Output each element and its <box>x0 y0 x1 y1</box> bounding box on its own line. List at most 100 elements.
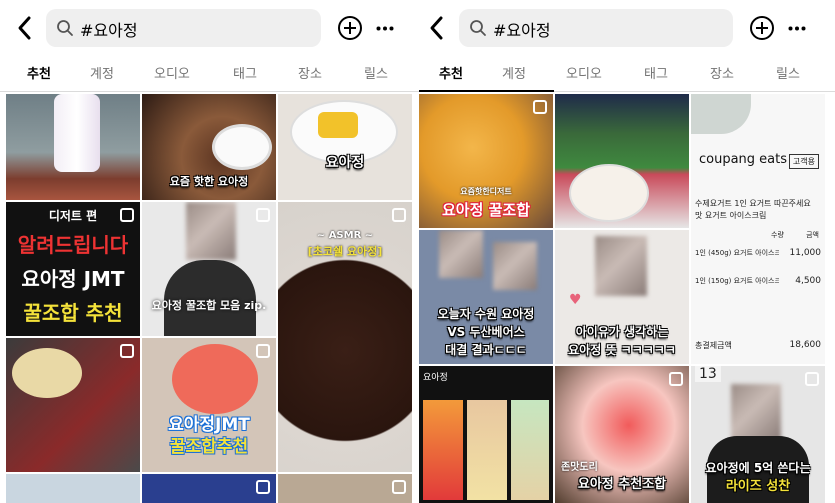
post-tile[interactable]: coupang eats 고객용 수제요거트 1인 요거트 따끈주세요 맛 요거… <box>691 94 825 364</box>
multi-post-icon <box>256 344 270 358</box>
grapefruit-topping <box>172 344 258 414</box>
tile-caption: 요아정 꿀조합 모음 zip. <box>151 299 267 312</box>
search-query: #요아정 <box>493 21 551 40</box>
tile-headline: 알려드립니다 <box>17 233 129 257</box>
blurred-face <box>439 230 483 278</box>
post-tile[interactable] <box>278 474 412 503</box>
multi-post-icon <box>805 372 819 386</box>
multi-post-icon <box>392 208 406 222</box>
receipt-line: 수제요거트 1인 요거트 따끈주세요 <box>695 199 811 208</box>
more-options-icon[interactable] <box>788 26 806 31</box>
tile-headline: 요아정 추천조합 <box>577 477 667 492</box>
post-tile[interactable] <box>142 474 276 503</box>
receipt-item: 1인 (450g) 요거트 아이스크림 <box>695 249 779 257</box>
receipt-column: 금액 <box>806 231 819 239</box>
tab-audio[interactable]: 오디오 <box>154 63 190 82</box>
search-icon <box>470 20 486 36</box>
post-tile[interactable] <box>555 94 689 228</box>
embedded-search-text: 요아정 <box>423 373 448 383</box>
search-input[interactable]: #요아정 <box>459 9 733 47</box>
post-tile[interactable]: 요아정 꿀조합 모음 zip. <box>142 202 276 336</box>
receipt-price: 4,500 <box>795 276 821 286</box>
receipt-total: 18,600 <box>789 340 822 350</box>
post-tile[interactable]: 존맛도리 요아정 추천조합 <box>555 366 689 503</box>
tab-places[interactable]: 장소 <box>710 63 734 82</box>
add-circle-icon[interactable] <box>749 15 775 41</box>
tile-headline: 요아정 JMT <box>21 267 125 291</box>
post-tile[interactable]: ♥ 아이유가 생각하는 요아정 뜻 ㅋㅋㅋㅋㅋ <box>555 230 689 364</box>
receipt-price: 11,000 <box>789 248 822 258</box>
tab-audio[interactable]: 오디오 <box>566 63 602 82</box>
bowl-image <box>212 124 272 170</box>
tab-tags[interactable]: 태그 <box>644 63 668 82</box>
heart-icon: ♥ <box>569 292 582 308</box>
tab-reels[interactable]: 릴스 <box>776 63 800 82</box>
multi-post-icon <box>256 208 270 222</box>
back-arrow-icon[interactable] <box>426 14 448 42</box>
tab-places[interactable]: 장소 <box>298 63 322 82</box>
add-circle-icon[interactable] <box>337 15 363 41</box>
tile-caption: 디저트 편 <box>48 209 98 223</box>
tile-headline: 요아정 꿀조합 <box>441 201 531 219</box>
tile-caption: 요즘 핫한 요아정 <box>169 175 249 188</box>
person-figure <box>54 94 100 172</box>
back-arrow-icon[interactable] <box>14 14 36 42</box>
tab-tags[interactable]: 태그 <box>233 63 257 82</box>
tile-headline: 요아정JMT <box>168 415 250 435</box>
receipt-item: 1인 (150g) 요거트 아이스크림 <box>695 277 779 285</box>
blurred-face <box>595 236 647 296</box>
blurred-face <box>731 384 781 440</box>
tab-reels[interactable]: 릴스 <box>364 63 388 82</box>
tile-headline: VS 두산베어스 <box>447 325 525 339</box>
post-grid: 요아정 요즘 핫한 요아정 디저트 편 알려드립니다 요아정 JMT 꿀조합 추… <box>0 94 414 503</box>
tile-headline: 라이즈 성찬 <box>725 479 791 494</box>
receipt-line: 맛 요거트 아이스크림 <box>695 211 767 220</box>
tile-caption: 존맛도리 <box>561 462 598 473</box>
receipt-total-label: 총결제금액 <box>695 341 732 350</box>
search-icon <box>57 20 73 36</box>
mango-topping <box>318 112 358 138</box>
tab-recommended[interactable]: 추천 <box>439 63 463 82</box>
thumbnail-image <box>423 400 463 500</box>
post-tile[interactable]: 요아정 <box>278 94 412 200</box>
more-options-icon[interactable] <box>376 26 394 31</box>
post-tile[interactable]: 요아정 <box>419 366 553 503</box>
top-bar: #요아정 <box>414 0 835 56</box>
bowl-image <box>12 348 82 398</box>
order-number: 13 <box>695 366 721 382</box>
post-tile[interactable] <box>6 474 140 503</box>
blurred-face <box>493 242 537 290</box>
receipt-badge: 고객용 <box>788 154 819 169</box>
multi-post-icon <box>392 480 406 494</box>
post-tile[interactable]: ~ ASMR ~ [초코쉘 요아정] <box>278 202 412 472</box>
tile-headline: 요아정 뜻 ㅋㅋㅋㅋㅋ <box>568 343 676 357</box>
tile-caption: ~ ASMR ~ <box>316 230 374 241</box>
tab-accounts[interactable]: 계정 <box>90 63 114 82</box>
tile-headline: 꿀조합 추천 <box>23 301 123 325</box>
thumbnail-image <box>511 400 549 500</box>
bowl-image <box>569 164 649 222</box>
tab-accounts[interactable]: 계정 <box>502 63 526 82</box>
receipt-column: 수량 <box>771 231 784 239</box>
post-grid: 요즘핫한디저트 요아정 꿀조합 coupang eats 고객용 수제요거트 1… <box>414 94 835 503</box>
hand-image <box>691 94 751 134</box>
post-tile[interactable]: 디저트 편 알려드립니다 요아정 JMT 꿀조합 추천 <box>6 202 140 336</box>
tile-caption: 요즘핫한디저트 <box>460 187 512 196</box>
post-tile[interactable] <box>6 338 140 472</box>
tile-headline: [초코쉘 요아정] <box>307 245 383 258</box>
tile-headline: 꿀조합추천 <box>169 437 249 457</box>
post-tile[interactable]: 13 요아정에 5억 쓴다는 라이즈 성찬 <box>691 366 825 503</box>
post-tile[interactable] <box>6 94 140 200</box>
left-screen: #요아정 추천 계정 오디오 태그 장소 릴스 요아정 요즘 핫한 요아정 디저… <box>0 0 414 503</box>
person-figure <box>164 260 256 336</box>
multi-post-icon <box>669 372 683 386</box>
tile-caption: 요아정 <box>325 155 365 171</box>
post-tile[interactable]: 오늘자 수원 요아정 VS 두산베어스 대결 결과ㄷㄷㄷ <box>419 230 553 364</box>
search-input[interactable]: #요아정 <box>46 9 321 47</box>
post-tile[interactable]: 요즘핫한디저트 요아정 꿀조합 <box>419 94 553 228</box>
tile-headline: 아이유가 생각하는 <box>575 325 669 339</box>
tile-headline: 대결 결과ㄷㄷㄷ <box>445 343 527 357</box>
tab-recommended[interactable]: 추천 <box>27 63 51 82</box>
active-tab-indicator <box>419 90 554 92</box>
post-tile[interactable]: 요아정JMT 꿀조합추천 <box>142 338 276 472</box>
